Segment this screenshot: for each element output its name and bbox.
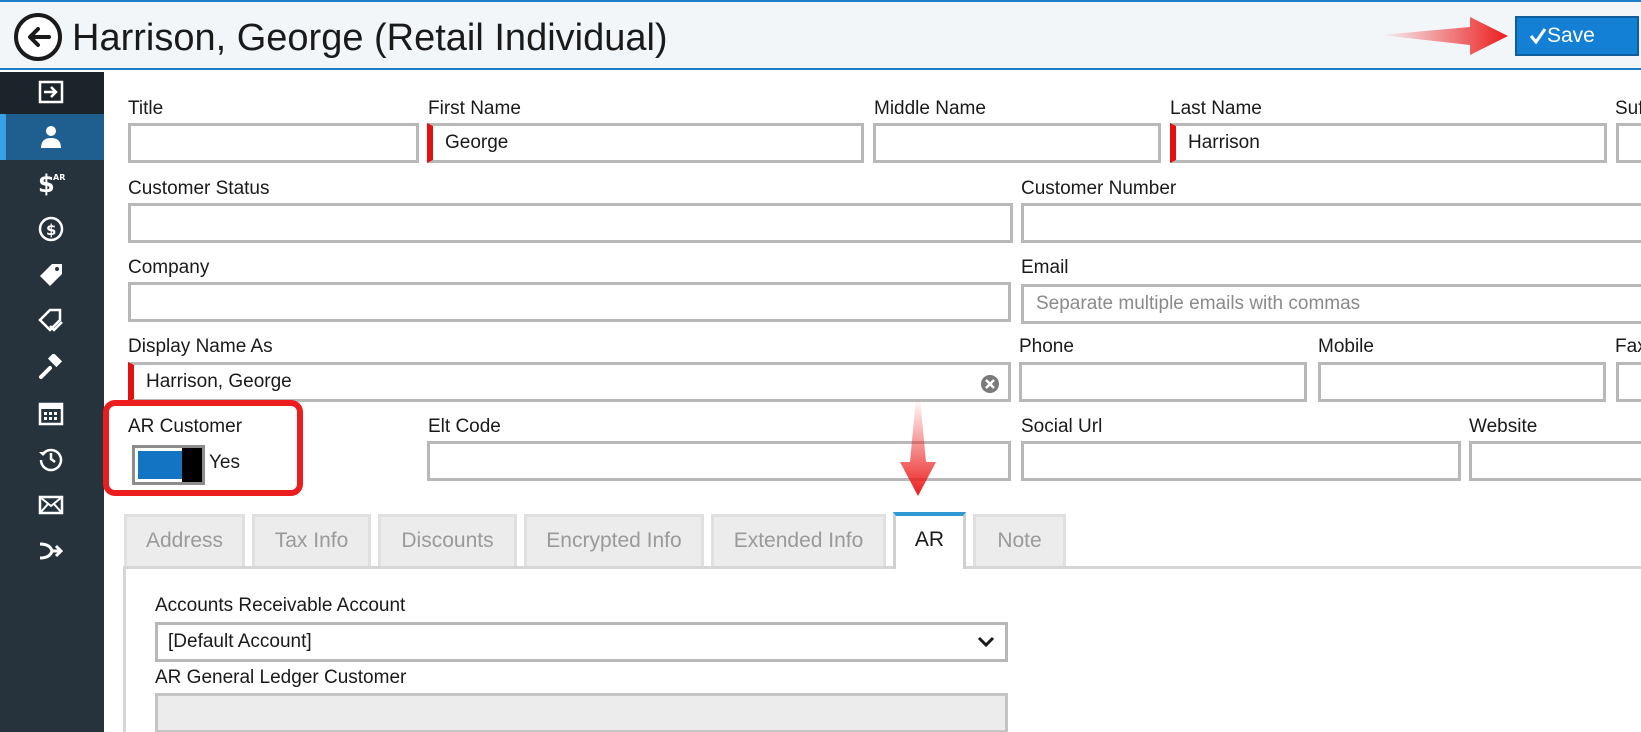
first-name-field[interactable]: George — [427, 123, 864, 163]
sidebar-item-payments[interactable]: $ — [0, 206, 104, 252]
sidebar-item-exit[interactable] — [0, 72, 104, 114]
tab-address[interactable]: Address — [124, 514, 245, 566]
phone-label: Phone — [1019, 336, 1074, 357]
tag-check-icon — [38, 308, 63, 332]
toggle-fill — [138, 451, 185, 479]
title-field[interactable] — [128, 123, 419, 163]
middle-name-field[interactable] — [873, 123, 1161, 163]
last-name-field[interactable]: Harrison — [1170, 123, 1607, 163]
ar-dollar-icon: $ AR — [38, 170, 65, 198]
ar-gl-customer-field — [155, 693, 1008, 732]
history-icon — [39, 448, 63, 472]
sidebar-item-auctions[interactable] — [0, 344, 104, 390]
ar-customer-toggle[interactable] — [132, 445, 205, 485]
customer-status-field[interactable] — [128, 203, 1013, 243]
svg-text:AR: AR — [53, 173, 65, 182]
header-bar: Harrison, George (Retail Individual) Sav… — [0, 0, 1641, 70]
exit-icon — [38, 80, 64, 104]
annotation-arrow-down-icon — [900, 398, 936, 496]
envelope-icon — [38, 495, 64, 515]
company-field[interactable] — [128, 282, 1011, 322]
ar-gl-customer-label: AR General Ledger Customer — [155, 667, 407, 688]
sidebar-item-calendar[interactable] — [0, 390, 104, 436]
display-name-field[interactable]: Harrison, George — [128, 362, 1011, 402]
tab-extended-info[interactable]: Extended Info — [711, 514, 886, 566]
sidebar-item-messages[interactable] — [0, 482, 104, 528]
tag-icon — [40, 264, 62, 286]
company-label: Company — [128, 257, 210, 278]
dollar-circle-icon: $ — [38, 216, 64, 242]
clear-icon[interactable] — [980, 374, 1000, 394]
page-title: Harrison, George (Retail Individual) — [72, 17, 668, 59]
ar-account-value: [Default Account] — [168, 631, 312, 652]
sidebar-item-customer[interactable] — [0, 114, 104, 160]
tab-ar[interactable]: AR — [893, 512, 966, 569]
display-name-label: Display Name As — [128, 336, 273, 357]
sidebar-item-ar[interactable]: $ AR — [0, 160, 104, 206]
svg-text:$: $ — [46, 221, 56, 239]
annotation-arrow-right-icon — [1380, 17, 1508, 55]
fax-field[interactable] — [1616, 362, 1641, 402]
elt-code-label: Elt Code — [428, 416, 501, 437]
tab-discounts[interactable]: Discounts — [378, 514, 517, 566]
email-field[interactable]: Separate multiple emails with commas — [1021, 284, 1641, 324]
last-name-label: Last Name — [1170, 98, 1262, 119]
chevron-down-icon — [977, 636, 995, 648]
back-button[interactable] — [14, 13, 62, 61]
website-label: Website — [1469, 416, 1538, 437]
user-icon — [41, 126, 61, 148]
middle-name-label: Middle Name — [874, 98, 986, 119]
tab-note[interactable]: Note — [973, 514, 1066, 566]
ar-account-select[interactable]: [Default Account] — [155, 622, 1008, 662]
arrow-left-icon — [28, 27, 51, 47]
check-icon — [1529, 28, 1547, 45]
ar-customer-label: AR Customer — [128, 416, 243, 437]
phone-field[interactable] — [1019, 362, 1307, 402]
email-label: Email — [1021, 257, 1069, 278]
mobile-field[interactable] — [1318, 362, 1606, 402]
website-field[interactable] — [1469, 441, 1641, 481]
sidebar: $ AR $ — [0, 72, 104, 732]
save-button[interactable]: Save — [1515, 16, 1639, 56]
fax-label: Fax — [1615, 336, 1641, 357]
toggle-knob — [182, 448, 202, 482]
social-url-label: Social Url — [1021, 416, 1103, 437]
tab-tax-info[interactable]: Tax Info — [252, 514, 371, 566]
merge-icon — [39, 542, 64, 560]
first-name-label: First Name — [428, 98, 521, 119]
sidebar-item-price-tags[interactable] — [0, 298, 104, 344]
tab-encrypted-info[interactable]: Encrypted Info — [524, 514, 704, 566]
customer-number-field[interactable] — [1021, 203, 1641, 243]
sidebar-item-merge[interactable] — [0, 528, 104, 574]
display-name-value: Harrison, George — [146, 371, 292, 392]
customer-number-label: Customer Number — [1021, 178, 1177, 199]
mobile-label: Mobile — [1318, 336, 1374, 357]
sidebar-item-history[interactable] — [0, 436, 104, 482]
ar-account-label: Accounts Receivable Account — [155, 595, 406, 616]
ar-customer-value: Yes — [209, 452, 240, 473]
calendar-icon — [38, 402, 64, 426]
save-label: Save — [1547, 24, 1595, 47]
gavel-icon — [39, 354, 63, 379]
suffix-label: Suf — [1615, 98, 1641, 119]
suffix-field[interactable] — [1616, 123, 1641, 163]
social-url-field[interactable] — [1021, 441, 1461, 481]
title-label: Title — [128, 98, 164, 119]
sidebar-item-tags[interactable] — [0, 252, 104, 298]
customer-status-label: Customer Status — [128, 178, 270, 199]
